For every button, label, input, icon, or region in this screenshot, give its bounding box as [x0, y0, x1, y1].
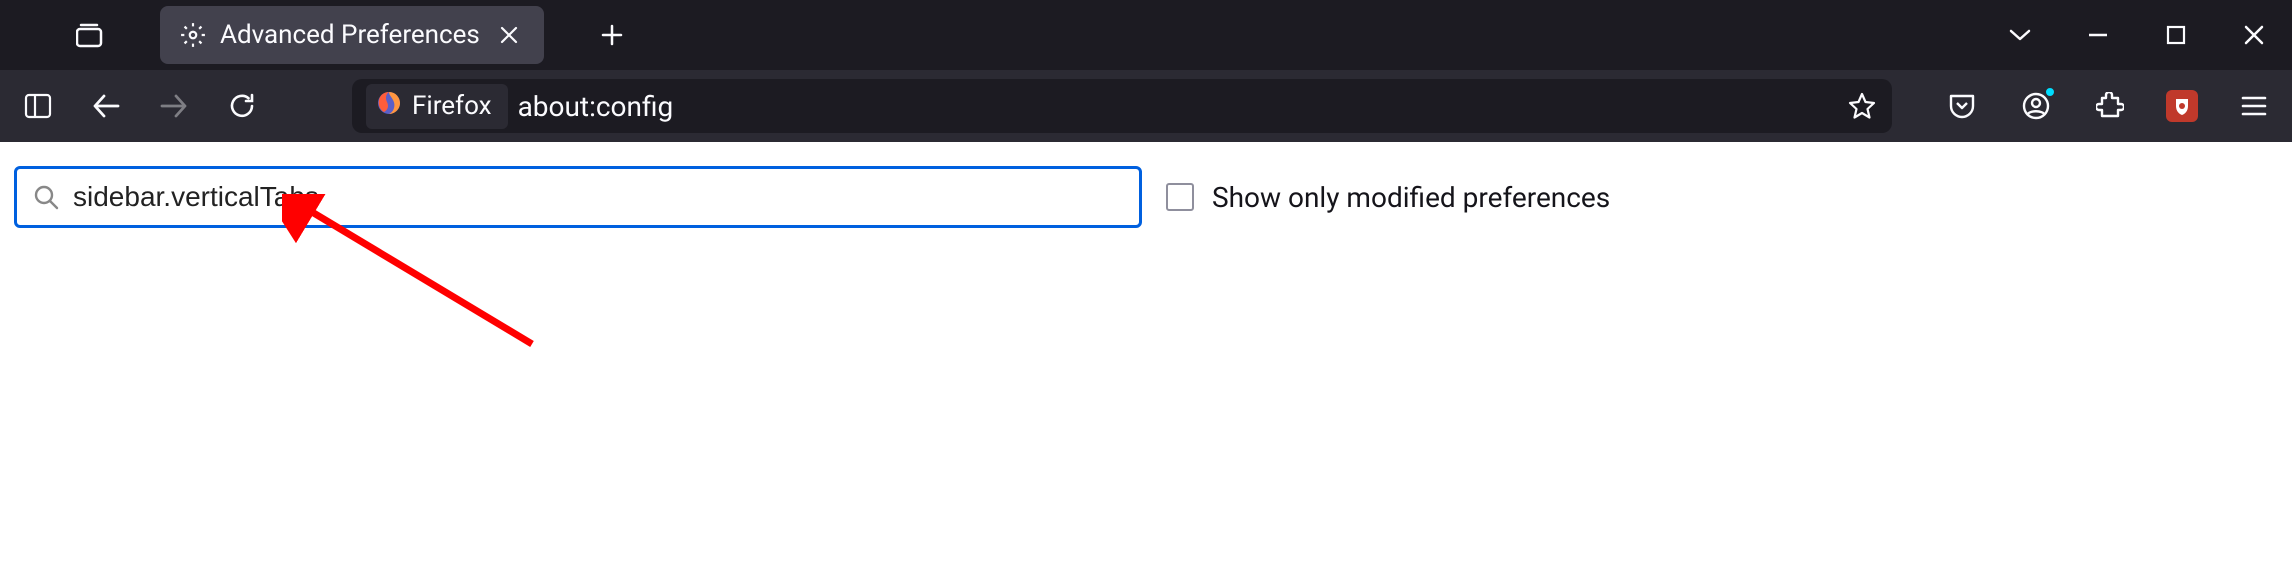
reload-button[interactable]: [224, 88, 260, 124]
bookmark-star-button[interactable]: [1846, 90, 1878, 122]
firefox-logo-icon: [376, 90, 402, 123]
pocket-button[interactable]: [1944, 88, 1980, 124]
show-only-modified-row[interactable]: Show only modified preferences: [1166, 181, 1610, 214]
show-only-modified-label: Show only modified preferences: [1212, 181, 1610, 214]
extensions-button[interactable]: [2092, 88, 2128, 124]
account-button[interactable]: [2018, 88, 2054, 124]
forward-button: [156, 88, 192, 124]
tab-close-button[interactable]: [494, 20, 524, 50]
ublock-origin-button[interactable]: [2166, 90, 2198, 122]
search-icon: [33, 184, 59, 210]
sidebar-toggle-button[interactable]: [20, 88, 56, 124]
gear-icon: [180, 22, 206, 48]
url-text: about:config: [518, 90, 1836, 123]
new-tab-button[interactable]: [592, 15, 632, 55]
back-button[interactable]: [88, 88, 124, 124]
identity-badge[interactable]: Firefox: [366, 84, 508, 129]
tab-strip: Advanced Preferences: [16, 6, 2006, 64]
close-window-button[interactable]: [2240, 21, 2268, 49]
navigation-toolbar: Firefox about:config: [0, 70, 2292, 142]
config-search-box[interactable]: [14, 166, 1142, 228]
toolbar-right: [1944, 88, 2272, 124]
titlebar: Advanced Preferences: [0, 0, 2292, 70]
url-bar[interactable]: Firefox about:config: [352, 79, 1892, 133]
list-all-tabs-button[interactable]: [2006, 21, 2034, 49]
notification-dot-icon: [2044, 86, 2056, 98]
config-search-area: Show only modified preferences: [0, 142, 2292, 252]
app-menu-button[interactable]: [2236, 88, 2272, 124]
all-tabs-icon[interactable]: [76, 21, 104, 49]
maximize-button[interactable]: [2162, 21, 2190, 49]
minimize-button[interactable]: [2084, 21, 2112, 49]
identity-label: Firefox: [412, 91, 492, 121]
config-search-input[interactable]: [73, 181, 1123, 213]
tab-title: Advanced Preferences: [220, 20, 480, 50]
tab-advanced-preferences[interactable]: Advanced Preferences: [160, 6, 544, 64]
show-only-modified-checkbox[interactable]: [1166, 183, 1194, 211]
window-controls: [2006, 21, 2268, 49]
